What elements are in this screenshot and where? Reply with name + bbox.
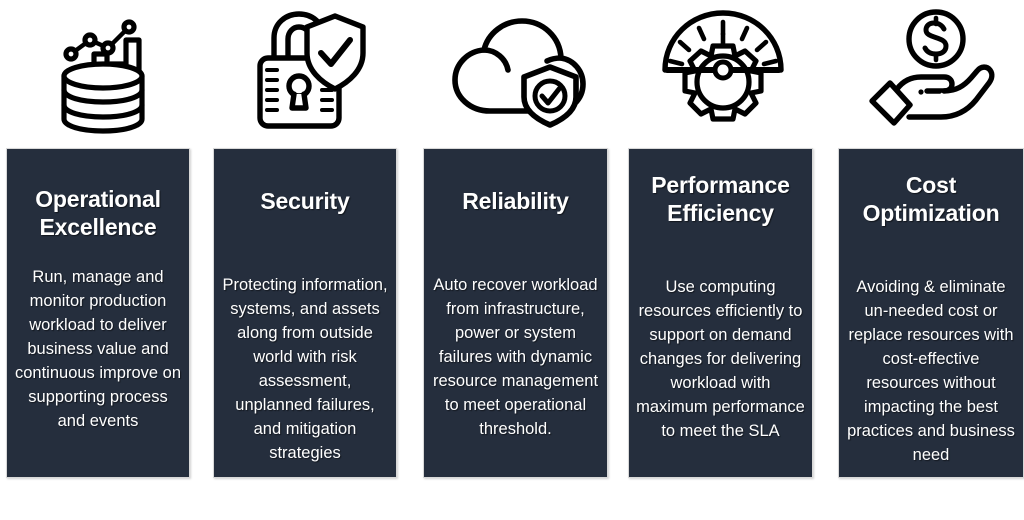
pillar-title: Cost Optimization — [862, 172, 1000, 226]
pillar-description: Auto recover workload from infrastructur… — [432, 276, 599, 438]
database-analytics-icon — [0, 0, 205, 140]
pillar-description: Run, manage and monitor production workl… — [14, 268, 181, 430]
pillar-description: Protecting information, systems, and ass… — [222, 276, 388, 462]
padlock-shield-check-icon — [205, 0, 410, 140]
pillar-description: Avoiding & eliminate un-needed cost or r… — [847, 278, 1015, 464]
speedometer-gear-icon — [620, 0, 825, 140]
pillar-performance-efficiency: Performance Efficiency Use computing res… — [620, 0, 825, 520]
pillar-title: Reliability — [462, 188, 569, 214]
pillar-operational-excellence: Operational Excellence Run, manage and m… — [0, 0, 205, 520]
pillar-title: Performance Efficiency — [651, 172, 790, 226]
pillar-card: Cost Optimization Avoiding & eliminate u… — [838, 148, 1024, 478]
pillar-cost-optimization: Cost Optimization Avoiding & eliminate u… — [827, 0, 1024, 520]
pillar-card: Security Protecting information, systems… — [213, 148, 397, 478]
pillar-reliability: Reliability Auto recover workload from i… — [413, 0, 618, 520]
pillar-description: Use computing resources efficiently to s… — [636, 278, 805, 440]
pillar-card: Performance Efficiency Use computing res… — [628, 148, 813, 478]
pillar-card: Operational Excellence Run, manage and m… — [6, 148, 190, 478]
pillar-title: Security — [260, 188, 350, 214]
pillar-title: Operational Excellence — [35, 186, 161, 240]
pillar-card: Reliability Auto recover workload from i… — [423, 148, 608, 478]
hand-holding-coin-icon — [827, 0, 1024, 140]
well-architected-pillars-diagram: Operational Excellence Run, manage and m… — [0, 0, 1024, 520]
cloud-shield-check-icon — [413, 0, 618, 140]
pillar-security: Security Protecting information, systems… — [205, 0, 410, 520]
